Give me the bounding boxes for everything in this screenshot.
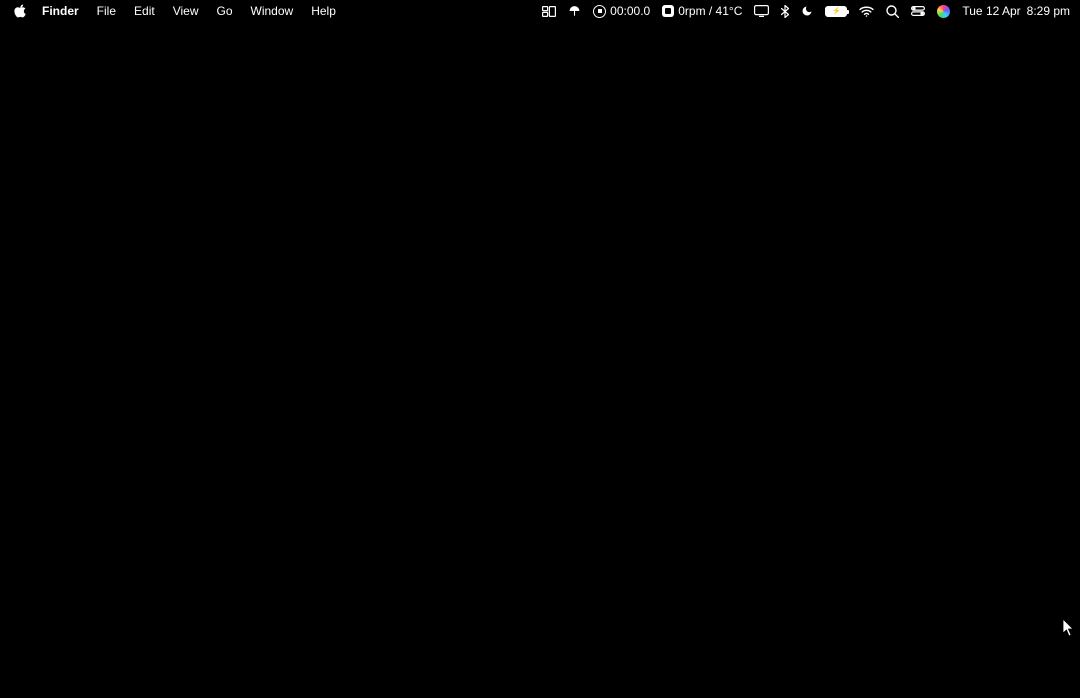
go-menu[interactable]: Go [208,4,242,18]
apple-logo-icon [14,4,27,18]
timer-text: 00:00.0 [610,4,650,18]
window-menu[interactable]: Window [242,4,303,18]
bluetooth-icon[interactable] [781,5,789,18]
mouse-cursor [1063,619,1075,637]
siri-orb-icon [937,5,950,18]
stage-manager-icon[interactable] [542,6,556,17]
grid-icon [542,6,556,17]
toggles-icon [911,6,925,16]
battery-status[interactable]: ⚡ [825,6,847,17]
date-time[interactable]: Tue 12 Apr 8:29 pm [962,4,1070,18]
view-menu[interactable]: View [164,4,208,18]
timer-status[interactable]: 00:00.0 [593,4,650,18]
wifi-icon[interactable] [859,6,874,17]
help-menu[interactable]: Help [302,4,345,18]
search-icon [886,5,899,18]
bluetooth-glyph-icon [781,5,789,18]
date-text: Tue 12 Apr [962,4,1020,18]
menu-left: Finder File Edit View Go Window Help [10,4,345,18]
apple-menu[interactable] [10,4,33,18]
do-not-disturb-icon[interactable] [801,5,813,17]
time-text: 8:29 pm [1027,4,1070,18]
app-name-menu[interactable]: Finder [33,4,88,18]
wifi-glyph-icon [859,6,874,17]
umbrella-icon [568,5,581,18]
menu-bar: Finder File Edit View Go Window Help 00:… [0,0,1080,22]
display-icon[interactable] [754,5,769,17]
siri-icon[interactable] [937,5,950,18]
fan-temp-text: 0rpm / 41°C [678,4,742,18]
control-center-icon[interactable] [911,6,925,16]
menu-right: 00:00.0 0rpm / 41°C ⚡ [542,4,1070,18]
record-icon [593,5,606,18]
umbrella-status-icon[interactable] [568,5,581,18]
file-menu[interactable]: File [88,4,125,18]
fan-temp-status[interactable]: 0rpm / 41°C [662,4,742,18]
sensor-icon [662,5,674,17]
moon-icon [801,5,813,17]
edit-menu[interactable]: Edit [125,4,164,18]
battery-icon: ⚡ [825,6,847,17]
monitor-icon [754,5,769,17]
spotlight-icon[interactable] [886,5,899,18]
